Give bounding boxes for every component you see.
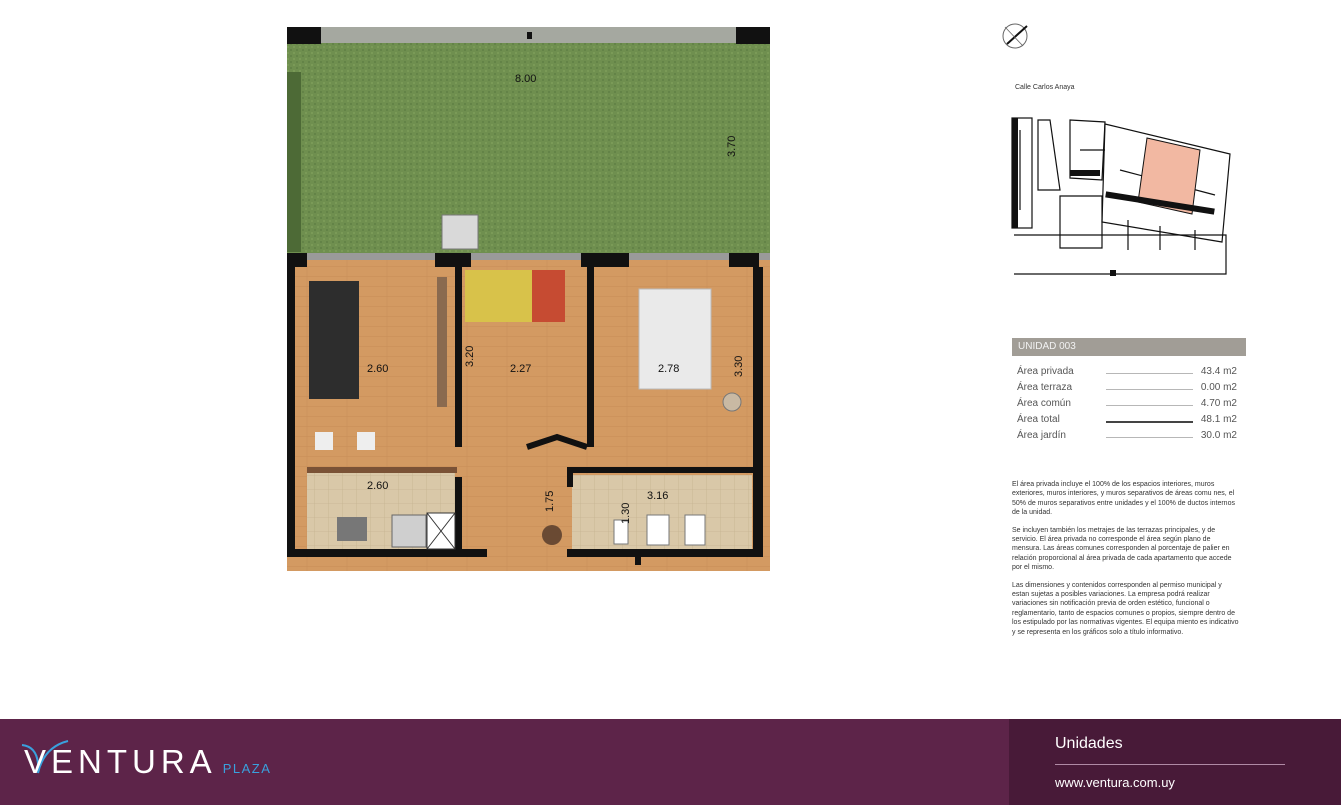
street-label: Calle Carlos Anaya [1015,84,1075,91]
dim-bedroom1-width: 2.27 [510,363,531,375]
area-value: 0.00 m2 [1200,382,1237,393]
dim-bedroom2-depth: 3.30 [733,356,745,377]
unit-title: UNIDAD 003 [1012,338,1246,356]
dim-bath-depth: 1.30 [620,503,632,524]
area-label: Área común [1017,398,1071,409]
area-leader [1106,437,1193,438]
dim-garden-depth: 3.70 [726,136,738,157]
dim-garden-width: 8.00 [515,73,536,85]
area-value: 30.0 m2 [1200,430,1237,441]
brand-name: VENTURA [24,743,217,780]
dim-living-width: 2.60 [367,363,388,375]
note-paragraph: El área privada incluye el 100% de los e… [1012,481,1235,517]
area-leader [1106,373,1193,374]
sink [337,517,367,541]
area-row-total: Área total 48.1 m2 [1017,414,1237,430]
brand-sub: PLAZA [222,761,272,776]
site-key-plan [1011,117,1231,276]
area-value: 43.4 m2 [1200,366,1237,377]
area-table: Área privada 43.4 m2 Área terraza 0.00 m… [1017,366,1237,446]
note-paragraph: Se incluyen también los metrajes de las … [1012,526,1232,572]
section-title: Unidades [1055,735,1123,752]
floor-plan: 8.00 3.70 2.60 3.20 2.27 2.78 3.30 2.60 … [287,27,770,571]
sofa [309,281,359,399]
garden-sign [441,214,479,250]
website-link[interactable]: www.ventura.com.uy [1055,775,1175,790]
bidet [646,514,670,546]
disclaimer-notes: El área privada incluye el 100% de los e… [1012,480,1240,645]
area-value: 4.70 m2 [1200,398,1237,409]
note-paragraph: Las dimensiones y contenidos corresponde… [1012,581,1239,636]
footer-panel [1009,719,1341,805]
area-row: Área común 4.70 m2 [1017,398,1237,414]
area-label: Área privada [1017,366,1074,377]
area-row: Área privada 43.4 m2 [1017,366,1237,382]
area-leader [1106,389,1193,390]
area-label: Área total [1017,414,1060,425]
area-row: Área terraza 0.00 m2 [1017,382,1237,398]
north-arrow-icon [1002,23,1028,49]
dim-bath-width: 3.16 [647,490,668,502]
washbasin [684,514,706,546]
dim-bedroom2-width: 2.78 [658,363,679,375]
footer: VENTURA PLAZA Unidades www.ventura.com.uy [0,719,1341,805]
stove [391,514,427,548]
brand-logo: VENTURA PLAZA [24,743,271,783]
dim-hall-depth: 1.75 [544,491,556,512]
area-row: Área jardín 30.0 m2 [1017,430,1237,446]
area-value: 48.1 m2 [1200,414,1237,425]
garden-area [287,27,770,255]
dim-kitchen-width: 2.60 [367,480,388,492]
area-leader [1106,405,1193,406]
footer-divider [1055,764,1285,765]
area-label: Área terraza [1017,382,1073,393]
dim-bedroom1-depth: 3.20 [464,346,476,367]
area-leader [1106,421,1193,423]
area-label: Área jardín [1017,430,1066,441]
